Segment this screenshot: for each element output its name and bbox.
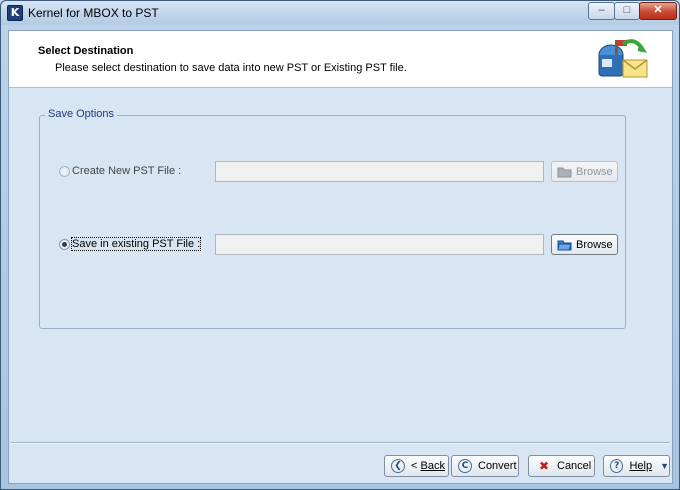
existing-browse-label: Browse <box>576 238 613 251</box>
close-button[interactable]: ✕ <box>639 2 677 20</box>
convert-button[interactable]: C Convert <box>451 455 519 477</box>
title-bar[interactable]: K Kernel for MBOX to PST – □ ✕ <box>1 1 679 25</box>
folder-icon <box>557 240 572 250</box>
create-new-pst-path-input[interactable] <box>216 162 543 181</box>
save-options-legend: Save Options <box>45 108 118 120</box>
minimize-button[interactable]: – <box>588 2 615 20</box>
folder-icon <box>557 167 572 177</box>
app-window: K Kernel for MBOX to PST – □ ✕ Select De… <box>0 0 680 490</box>
save-existing-pst-radio[interactable] <box>59 239 70 250</box>
cancel-label: Cancel <box>557 460 592 472</box>
back-label: Back <box>420 460 445 472</box>
cancel-button[interactable]: ✖ Cancel <box>528 455 595 477</box>
create-new-browse-label: Browse <box>576 165 613 178</box>
back-button[interactable]: ❮ < Back <box>384 455 449 477</box>
convert-icon: C <box>458 459 472 473</box>
back-arrow-icon: ❮ <box>391 459 405 473</box>
back-prefix: < <box>411 460 421 472</box>
existing-pst-path-field[interactable] <box>215 234 544 255</box>
app-k-icon[interactable]: K <box>7 5 23 21</box>
create-new-browse-button[interactable]: Browse <box>551 161 618 182</box>
page-description: Please select destination to save data i… <box>55 62 407 74</box>
save-options-group: Save Options Create New PST File : Brows… <box>39 108 626 329</box>
existing-browse-button[interactable]: Browse <box>551 234 618 255</box>
convert-label: Convert <box>478 460 517 472</box>
save-existing-pst-label[interactable]: Save in existing PST File : <box>70 237 202 251</box>
existing-pst-path-input[interactable] <box>216 235 543 254</box>
cancel-x-icon: ✖ <box>538 459 550 473</box>
create-new-pst-radio[interactable] <box>59 166 70 177</box>
question-icon: ? <box>610 459 624 473</box>
window-title: Kernel for MBOX to PST <box>28 6 159 20</box>
help-label: Help <box>629 460 653 472</box>
wizard-client-area: Select Destination Please select destina… <box>8 30 673 484</box>
wizard-header: Select Destination Please select destina… <box>9 31 672 88</box>
create-new-pst-path-field[interactable] <box>215 161 544 182</box>
chevron-down-icon[interactable]: ▼ <box>660 461 669 471</box>
create-new-pst-label[interactable]: Create New PST File : <box>72 165 181 177</box>
page-title: Select Destination <box>38 45 134 57</box>
maximize-button[interactable]: □ <box>614 2 640 20</box>
mailbox-envelope-icon <box>598 39 648 78</box>
help-button[interactable]: ? Help ▼ <box>603 455 670 477</box>
footer-divider <box>11 442 670 444</box>
